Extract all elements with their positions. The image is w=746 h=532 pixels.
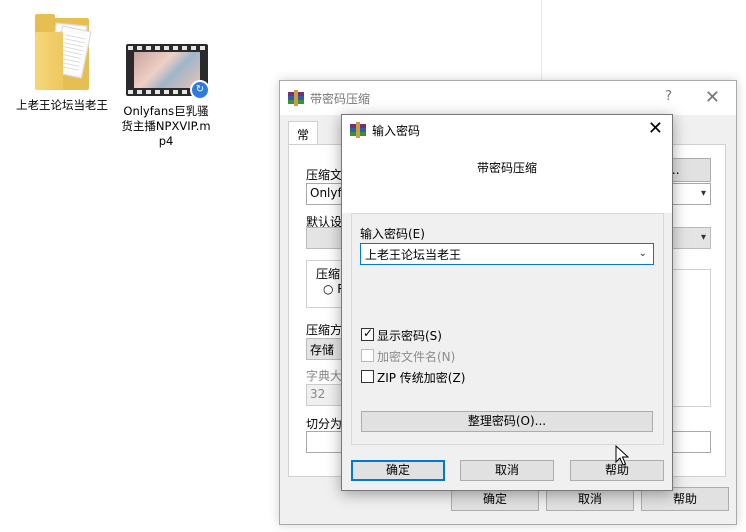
close-icon[interactable]: ✕ bbox=[648, 120, 663, 138]
chevron-down-icon[interactable]: ⌄ bbox=[639, 248, 647, 259]
archive-name-label: 压缩文 bbox=[306, 168, 343, 182]
chevron-down-icon: ▾ bbox=[700, 188, 706, 199]
winrar-icon bbox=[350, 122, 366, 138]
password-dialog-title: 输入密码 bbox=[372, 124, 421, 138]
show-password-label: 显示密码(S) bbox=[377, 329, 442, 343]
desktop-divider bbox=[541, 0, 542, 80]
password-dialog-titlebar[interactable]: 输入密码 ✕ bbox=[342, 115, 672, 145]
desktop-video-item[interactable]: ↻ Onlyfans巨乳骚货主播NPXVIP.mp4 bbox=[118, 40, 214, 149]
password-label: 输入密码(E) bbox=[360, 227, 425, 241]
organize-passwords-button[interactable]: 整理密码(O)... bbox=[361, 411, 653, 432]
zip-legacy-encryption-label: ZIP 传统加密(Z) bbox=[377, 371, 466, 385]
compression-method-label: 压缩方 bbox=[306, 323, 343, 337]
desktop-folder-item[interactable]: 上老王论坛当老王 bbox=[14, 14, 110, 113]
checkbox-disabled[interactable] bbox=[361, 349, 374, 362]
back-window-titlebar[interactable]: 带密码压缩 ? ✕ bbox=[280, 81, 736, 115]
checkbox-checked[interactable]: ✓ bbox=[361, 326, 374, 341]
dialog-header: 带密码压缩 bbox=[342, 145, 672, 213]
help-icon[interactable]: ? bbox=[665, 89, 672, 104]
desktop-folder-label: 上老王论坛当老王 bbox=[16, 98, 108, 112]
ok-button[interactable]: 确定 bbox=[351, 460, 445, 481]
archive-format-label: 压缩 bbox=[316, 267, 341, 281]
password-input[interactable]: 上老王论坛当老王 ⌄ bbox=[360, 243, 654, 265]
winrar-icon bbox=[288, 90, 304, 106]
desktop-video-label: Onlyfans巨乳骚货主播NPXVIP.mp4 bbox=[121, 104, 211, 148]
dialog-heading: 带密码压缩 bbox=[476, 161, 537, 175]
dictionary-size-label: 字典大 bbox=[306, 369, 343, 383]
cancel-button[interactable]: 取消 bbox=[460, 460, 554, 481]
player-badge-icon: ↻ bbox=[190, 80, 210, 100]
back-window-title: 带密码压缩 bbox=[310, 92, 371, 106]
folder-icon bbox=[31, 14, 93, 92]
password-dialog: 输入密码 ✕ 带密码压缩 输入密码(E) 上老王论坛当老王 ⌄ ✓ 显示密码(S… bbox=[341, 114, 673, 491]
encrypt-filenames-label: 加密文件名(N) bbox=[377, 350, 456, 364]
chevron-down-icon: ▾ bbox=[700, 232, 706, 243]
video-file-icon: ↻ bbox=[122, 40, 210, 100]
back-window-close-icon[interactable]: ✕ bbox=[705, 89, 720, 107]
tab-general[interactable]: 常规 bbox=[288, 121, 319, 159]
mouse-cursor-icon bbox=[615, 445, 629, 466]
checkmark-icon: ✓ bbox=[363, 326, 374, 340]
checkbox-unchecked[interactable] bbox=[361, 370, 374, 383]
split-volumes-label: 切分为 bbox=[306, 417, 343, 431]
